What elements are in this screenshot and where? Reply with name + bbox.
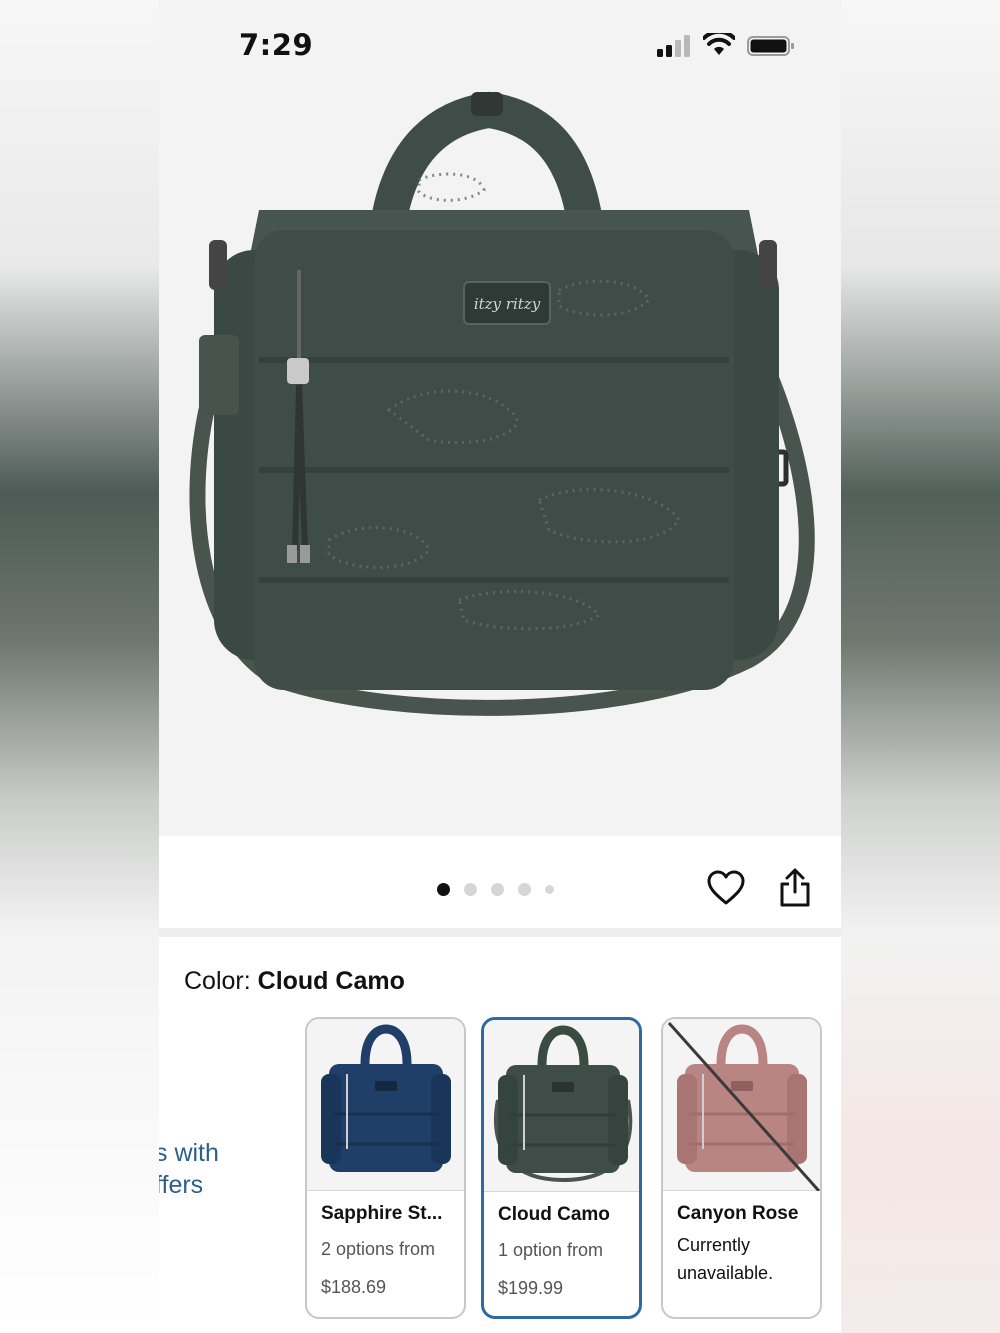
color-option-name: Canyon Rose [677,1203,799,1224]
phone-screen: itzy ritzy 7:29 Color: Cloud Camo s with… [159,0,841,1333]
color-option-canyon-rose[interactable]: Canyon Rose Currently unavailable. [661,1017,822,1319]
brand-logo-text: itzy ritzy [474,295,541,313]
color-option-name: Cloud Camo [498,1204,610,1225]
status-bar: 7:29 [159,0,841,90]
color-option-price: $188.69 [321,1277,387,1297]
section-divider [159,928,841,937]
color-option-cloud-camo[interactable]: Cloud Camo 1 option from $199.99 [481,1017,642,1319]
wifi-icon [703,33,735,55]
carousel-dot-3[interactable] [491,882,504,896]
status-time: 7:29 [239,28,314,62]
color-option-unavailable: Currently unavailable. [677,1235,774,1283]
selected-color-name: Cloud Camo [257,967,405,995]
image-controls [159,836,841,928]
color-option-thumbnail [484,1020,639,1192]
partial-offers-line-2[interactable]: ffers [159,1169,219,1201]
color-label-prefix: Color: [184,967,251,995]
color-selector: Color: Cloud Camo s with ffers Sapphire … [159,937,841,1333]
heart-icon[interactable] [707,870,745,908]
carousel-dot-4[interactable] [518,882,531,896]
product-image[interactable]: itzy ritzy [159,0,841,836]
color-option-thumbnail [663,1019,820,1192]
battery-icon [747,36,794,56]
color-option-sapphire[interactable]: Sapphire St... 2 options from $188.69 [305,1017,466,1319]
backdrop-right [841,0,1000,1333]
carousel-dot-5[interactable] [545,884,554,894]
color-option-sub: 1 option from [498,1240,604,1260]
backdrop-left [0,0,159,1333]
color-option-price: $199.99 [498,1278,564,1298]
cellular-signal-icon [657,35,690,57]
share-icon[interactable] [779,868,811,908]
partial-offers-link[interactable]: s with ffers [159,1137,219,1201]
color-option-name: Sapphire St... [321,1203,443,1224]
bag-illustration: itzy ritzy [189,91,815,716]
carousel-dot-1[interactable] [437,882,450,896]
bag-thumbnail-cloud-camo [493,1025,633,1183]
carousel-dot-2[interactable] [464,882,477,896]
bag-thumbnail-sapphire [321,1024,451,1172]
color-option-thumbnail [307,1019,464,1191]
carousel-dots[interactable] [437,882,554,896]
color-option-sub: 2 options from [321,1239,436,1259]
bag-thumbnail-canyon-rose [667,1022,820,1192]
partial-offers-line-1[interactable]: s with [159,1137,219,1169]
color-label: Color: Cloud Camo [184,967,405,996]
